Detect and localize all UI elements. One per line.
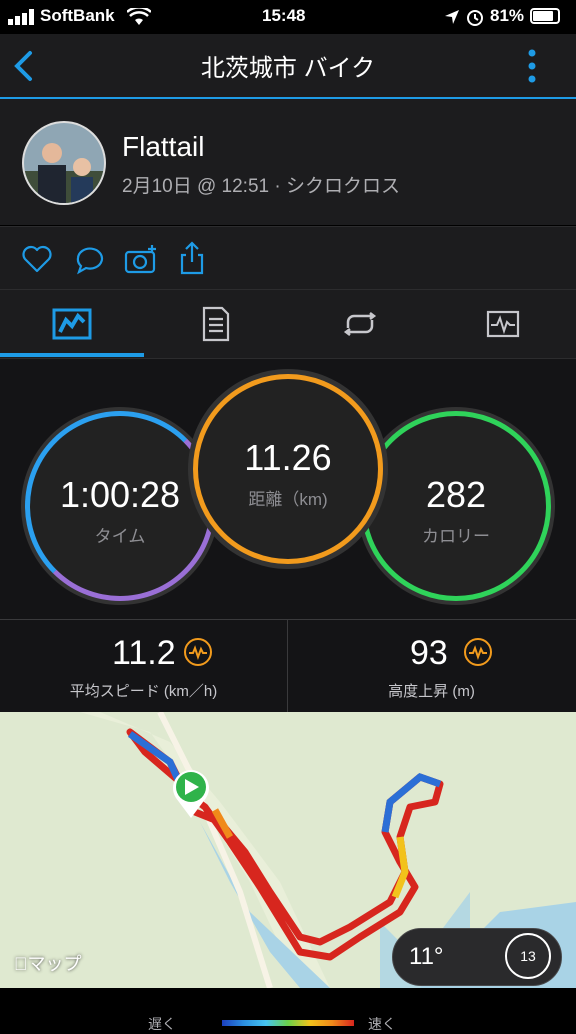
heart-icon[interactable] (22, 245, 52, 273)
start-marker-icon[interactable] (170, 768, 212, 820)
charts-tab[interactable] (432, 290, 576, 358)
avg-speed-cell: 11.2 平均スピード (km／h) (0, 620, 288, 712)
status-bar: SoftBank 15:48 81% (0, 0, 576, 34)
wifi-icon (127, 8, 151, 25)
elevation-cell: 93 高度上昇 (m) (288, 620, 575, 712)
active-tab-indicator (0, 353, 144, 357)
apple-logo-icon:  (14, 954, 28, 974)
stats-panel: 1:00:28 タイム 282 カロリー 11.26 距離（km) (0, 358, 576, 619)
add-photo-icon[interactable] (124, 243, 160, 275)
distance-label: 距離（km) (248, 490, 328, 509)
chart-pulse-icon (486, 310, 520, 338)
battery-percent: 81% (490, 6, 525, 25)
legend-slow: 遅く (148, 1016, 176, 1032)
calories-value: 282 (425, 474, 487, 515)
distance-ring: 11.26 距離（km) (193, 374, 383, 564)
elevation-value: 93 (410, 634, 448, 672)
avatar[interactable] (22, 121, 106, 205)
metrics-row: 11.2 平均スピード (km／h) 93 高度上昇 (m) (0, 619, 576, 712)
elevation-label: 高度上昇 (m) (388, 683, 475, 700)
battery-icon (530, 8, 560, 24)
pulse-badge-icon[interactable] (464, 638, 492, 666)
calories-label: カロリー (422, 527, 490, 546)
time-ring: 1:00:28 タイム (25, 411, 215, 601)
time-value: 1:00:28 (59, 474, 181, 515)
user-name[interactable]: Flattail (122, 131, 204, 163)
wind-dial-icon: 13 (505, 933, 551, 979)
overview-icon (52, 308, 92, 340)
cellular-signal-icon (8, 9, 34, 25)
calories-ring: 282 カロリー (361, 411, 551, 601)
details-list-icon (202, 306, 230, 342)
legend-fast: 速く (368, 1016, 396, 1032)
laps-tab[interactable] (288, 290, 432, 358)
wind-speed-value: 13 (520, 948, 536, 964)
tab-bar (0, 289, 576, 358)
pulse-badge-icon[interactable] (184, 638, 212, 666)
clock-time: 15:48 (262, 6, 306, 25)
overview-tab[interactable] (0, 290, 144, 358)
location-arrow-icon (445, 10, 459, 24)
map-attribution: マップ (14, 954, 82, 974)
details-tab[interactable] (144, 290, 288, 358)
speed-gradient-bar (222, 1020, 354, 1026)
activity-meta: 2月10日 @ 12:51 · シクロクロス (122, 176, 400, 197)
temperature-value: 11° (409, 943, 444, 970)
vertical-dots-icon[interactable] (524, 48, 540, 84)
laps-loop-icon (343, 312, 377, 336)
comment-icon[interactable] (74, 245, 106, 275)
page-title: 北茨城市 バイク (200, 55, 376, 82)
profile-header: Flattail 2月10日 @ 12:51 · シクロクロス (0, 99, 576, 225)
action-bar (0, 226, 576, 289)
avg-speed-label: 平均スピード (km／h) (69, 683, 218, 700)
speed-legend: 遅く 速く (0, 988, 576, 1032)
alarm-icon (467, 10, 483, 26)
weather-pill[interactable]: 11° 13 (392, 928, 562, 986)
share-icon[interactable] (178, 241, 206, 275)
carrier-name: SoftBank (40, 6, 115, 25)
distance-value: 11.26 (244, 437, 332, 478)
avg-speed-value: 11.2 (112, 634, 176, 672)
time-label: タイム (94, 527, 146, 546)
